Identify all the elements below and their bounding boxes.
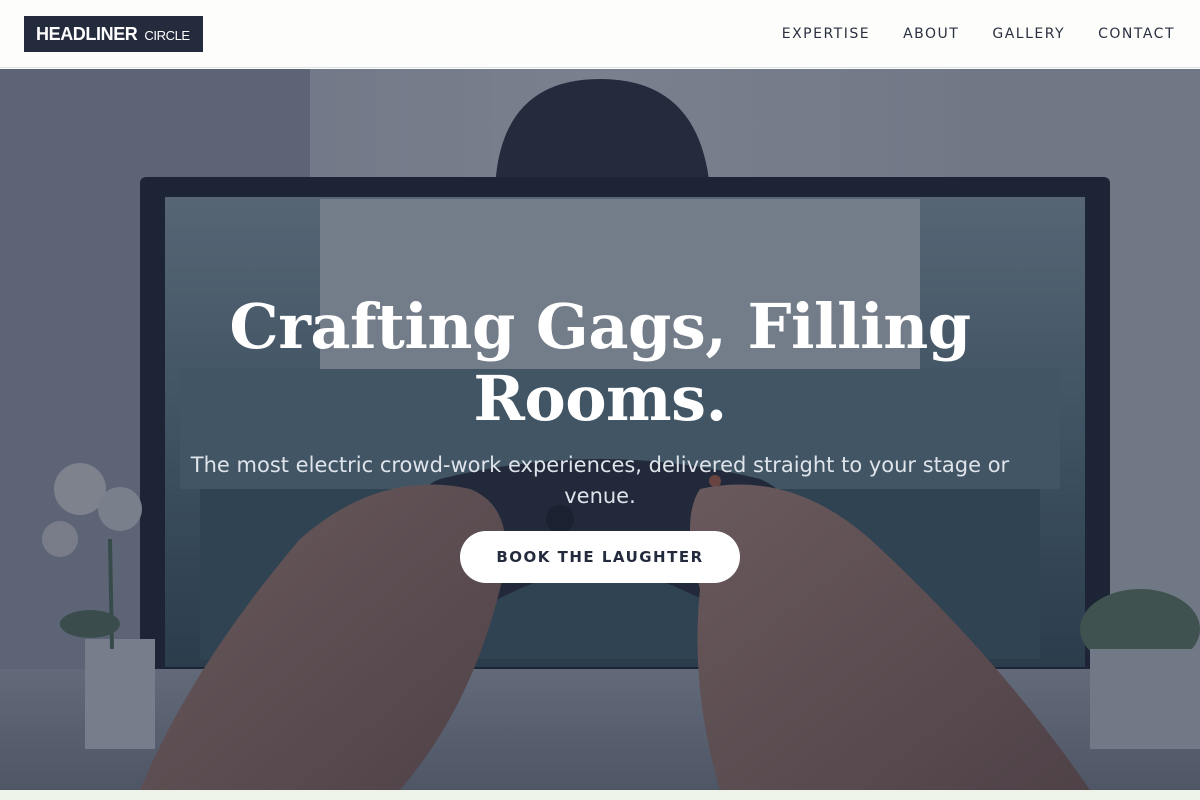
hero-content: Crafting Gags, Filling Rooms. The most e…	[0, 69, 1200, 790]
main-nav: EXPERTISE ABOUT GALLERY CONTACT	[782, 0, 1175, 68]
nav-link-about[interactable]: ABOUT	[903, 26, 959, 42]
book-the-laughter-button[interactable]: BOOK THE LAUGHTER	[460, 531, 740, 583]
nav-link-gallery[interactable]: GALLERY	[992, 26, 1065, 42]
logo-sub-text: CIRCLE	[144, 27, 190, 43]
nav-link-expertise[interactable]: EXPERTISE	[782, 26, 870, 42]
hero-title: Crafting Gags, Filling Rooms.	[229, 290, 971, 435]
hero-section: Crafting Gags, Filling Rooms. The most e…	[0, 69, 1200, 790]
site-header: HEADLINER CIRCLE EXPERTISE ABOUT GALLERY…	[0, 0, 1200, 68]
nav-link-contact[interactable]: CONTACT	[1098, 26, 1175, 42]
hero-subtitle: The most electric crowd-work experiences…	[190, 453, 1010, 508]
logo-main-text: HEADLINER	[36, 23, 138, 44]
page-bottom-strip	[0, 790, 1200, 800]
logo[interactable]: HEADLINER CIRCLE	[24, 16, 203, 52]
